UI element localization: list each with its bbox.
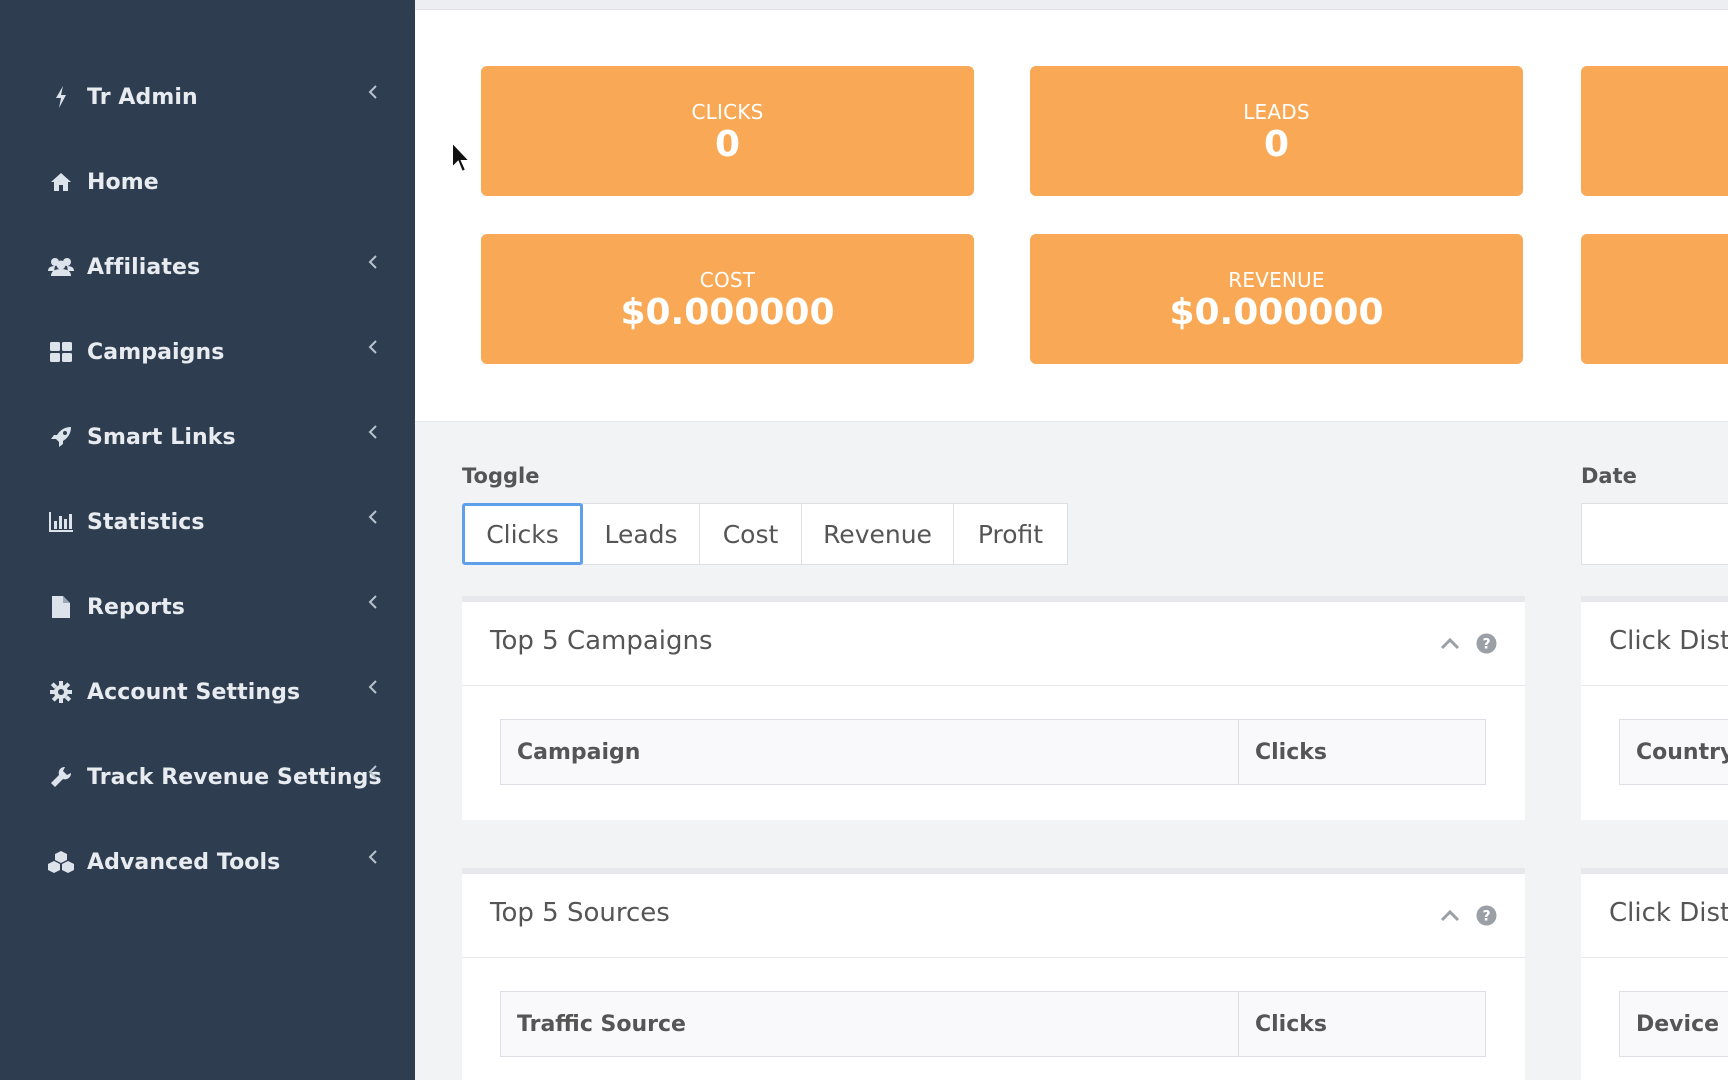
stat-value: 0	[714, 124, 741, 165]
sidebar-item-tr-admin[interactable]: Tr Admin	[0, 67, 415, 127]
sidebar-item-home[interactable]: Home	[0, 152, 415, 212]
bolt-icon	[48, 84, 74, 110]
panel-title: Click Distribution	[1609, 626, 1728, 656]
sidebar-item-label: Campaigns	[87, 339, 225, 365]
panel-header: Click Distribution	[1581, 602, 1728, 686]
sidebar-item-label: Advanced Tools	[87, 849, 281, 875]
top-sources-panel: Top 5 Sources ? Traffic Source Clicks	[462, 868, 1525, 1080]
panel-title: Click Distribution	[1609, 898, 1728, 928]
stat-value: 0	[1263, 124, 1290, 165]
sidebar-item-label: Track Revenue Settings	[87, 764, 382, 790]
file-icon	[48, 594, 74, 620]
date-label: Date	[1581, 464, 1637, 488]
panel-header: Top 5 Campaigns ?	[462, 602, 1525, 686]
sidebar-item-label: Reports	[87, 594, 185, 620]
chevron-left-icon	[366, 765, 380, 779]
click-distribution-country-panel: Click Distribution Country	[1581, 596, 1728, 820]
home-icon	[48, 169, 74, 195]
column-header-traffic-source[interactable]: Traffic Source	[501, 992, 1239, 1056]
sidebar-item-label: Home	[87, 169, 159, 195]
sidebar-item-account-settings[interactable]: Account Settings	[0, 662, 415, 722]
chevron-up-icon[interactable]	[1439, 632, 1461, 654]
click-distribution-device-panel: Click Distribution Device	[1581, 868, 1728, 1080]
chevron-left-icon	[366, 680, 380, 694]
chevron-left-icon	[366, 255, 380, 269]
sidebar: Tr Admin Home Affiliates Campaigns Smart…	[0, 0, 415, 1080]
country-table-header: Country	[1619, 719, 1728, 785]
sidebar-item-track-revenue-settings[interactable]: Track Revenue Settings	[0, 747, 415, 807]
chevron-left-icon	[366, 595, 380, 609]
stat-label: COST	[699, 268, 756, 292]
column-header-campaign[interactable]: Campaign	[501, 720, 1239, 784]
stat-card-partial	[1581, 234, 1728, 364]
chevron-left-icon	[366, 85, 380, 99]
stat-card-clicks: CLICKS 0	[481, 66, 974, 196]
panel-header: Top 5 Sources ?	[462, 874, 1525, 958]
bar-chart-icon	[48, 509, 74, 535]
device-table-header: Device	[1619, 991, 1728, 1057]
gear-icon	[48, 679, 74, 705]
stat-label: CLICKS	[691, 100, 764, 124]
chevron-left-icon	[366, 850, 380, 864]
top-campaigns-panel: Top 5 Campaigns ? Campaign Clicks	[462, 596, 1525, 820]
sidebar-item-label: Affiliates	[87, 254, 201, 280]
stat-card-cost: COST $0.000000	[481, 234, 974, 364]
cubes-icon	[48, 849, 74, 875]
sidebar-item-smart-links[interactable]: Smart Links	[0, 407, 415, 467]
grid-icon	[48, 339, 74, 365]
stats-panel: CLICKS 0 LEADS 0 COST $0.000000 REVENUE …	[415, 10, 1728, 422]
stat-label: LEADS	[1243, 100, 1310, 124]
help-icon[interactable]: ?	[1475, 632, 1497, 654]
sidebar-item-campaigns[interactable]: Campaigns	[0, 322, 415, 382]
stat-label: REVENUE	[1228, 268, 1325, 292]
mouse-cursor-icon	[451, 140, 473, 174]
chevron-up-icon[interactable]	[1439, 904, 1461, 926]
users-icon	[48, 254, 74, 280]
stat-value: $0.000000	[620, 292, 835, 333]
column-header-clicks[interactable]: Clicks	[1239, 720, 1485, 784]
toggle-cost-button[interactable]: Cost	[699, 503, 802, 565]
toggle-button-group: Clicks Leads Cost Revenue Profit	[462, 503, 1068, 565]
column-header-country[interactable]: Country	[1620, 720, 1728, 784]
panel-title: Top 5 Campaigns	[490, 626, 713, 656]
sidebar-item-label: Smart Links	[87, 424, 236, 450]
stat-card-partial	[1581, 66, 1728, 196]
panel-title: Top 5 Sources	[490, 898, 670, 928]
stat-value: $0.000000	[1169, 292, 1384, 333]
sources-table-header: Traffic Source Clicks	[500, 991, 1486, 1057]
rocket-icon	[48, 424, 74, 450]
chevron-left-icon	[366, 425, 380, 439]
top-divider	[415, 0, 1728, 10]
chevron-left-icon	[366, 340, 380, 354]
sidebar-item-label: Statistics	[87, 509, 205, 535]
column-header-clicks[interactable]: Clicks	[1239, 992, 1485, 1056]
column-header-device[interactable]: Device	[1620, 992, 1728, 1056]
svg-text:?: ?	[1482, 636, 1490, 652]
help-icon[interactable]: ?	[1475, 904, 1497, 926]
panel-header: Click Distribution	[1581, 874, 1728, 958]
sidebar-item-reports[interactable]: Reports	[0, 577, 415, 637]
stat-card-revenue: REVENUE $0.000000	[1030, 234, 1523, 364]
sidebar-item-affiliates[interactable]: Affiliates	[0, 237, 415, 297]
sidebar-item-advanced-tools[interactable]: Advanced Tools	[0, 832, 415, 892]
toggle-revenue-button[interactable]: Revenue	[801, 503, 954, 565]
toggle-profit-button[interactable]: Profit	[953, 503, 1068, 565]
panel-tools: ?	[1439, 632, 1497, 654]
sidebar-item-statistics[interactable]: Statistics	[0, 492, 415, 552]
toggle-clicks-button[interactable]: Clicks	[462, 503, 583, 565]
chevron-left-icon	[366, 510, 380, 524]
sidebar-item-label: Account Settings	[87, 679, 301, 705]
sidebar-item-label: Tr Admin	[87, 84, 198, 110]
svg-text:?: ?	[1482, 908, 1490, 924]
wrench-icon	[48, 764, 74, 790]
panel-tools: ?	[1439, 904, 1497, 926]
stat-card-leads: LEADS 0	[1030, 66, 1523, 196]
toggle-label: Toggle	[462, 464, 540, 488]
toggle-leads-button[interactable]: Leads	[582, 503, 700, 565]
date-input[interactable]	[1581, 503, 1728, 565]
campaigns-table-header: Campaign Clicks	[500, 719, 1486, 785]
